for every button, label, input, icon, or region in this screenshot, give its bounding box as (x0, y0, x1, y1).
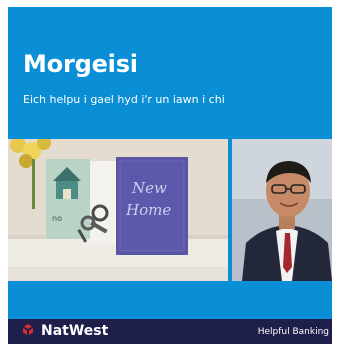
new-home-card-illustration: no New Home (8, 139, 228, 281)
page-title: Morgeisi (23, 50, 138, 78)
svg-text:Home: Home (125, 201, 171, 219)
photo-advisor (232, 139, 332, 281)
svg-text:New: New (131, 179, 167, 197)
page-subtitle: Eich helpu i gael hyd i'r un iawn i chi (23, 93, 225, 106)
svg-text:no: no (52, 214, 62, 223)
brand-name: NatWest (41, 323, 109, 339)
advisor-illustration (232, 139, 332, 281)
brand-tagline: Helpful Banking (257, 327, 329, 337)
natwest-logo-icon (23, 324, 33, 335)
photo-new-home-card: no New Home (8, 139, 228, 281)
